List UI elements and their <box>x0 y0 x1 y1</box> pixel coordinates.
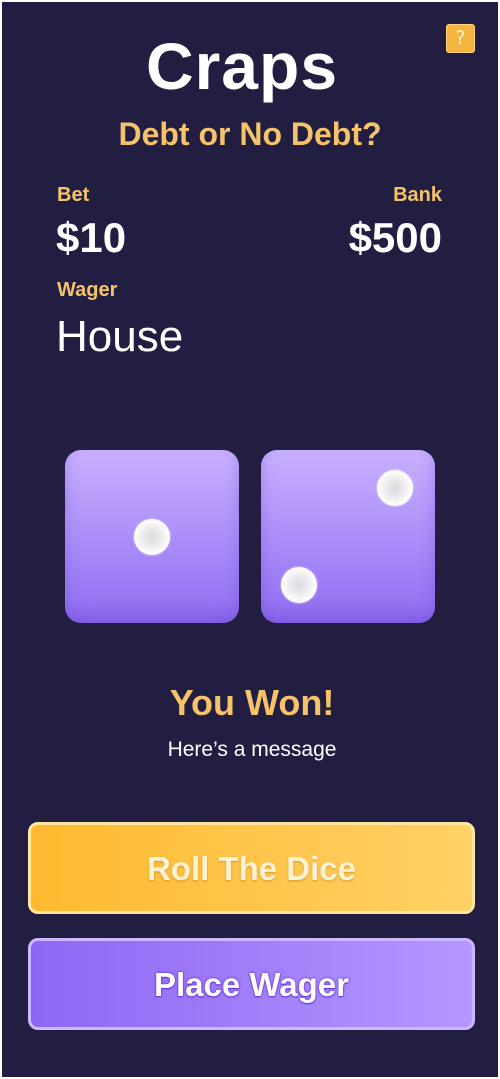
roll-dice-button[interactable]: Roll The Dice <box>28 822 475 914</box>
die-pip <box>281 566 318 603</box>
wager-value: House <box>56 312 184 361</box>
die-pip <box>134 518 170 555</box>
page-title: Craps <box>145 29 339 103</box>
page-subtitle: Debt or No Debt? <box>118 116 382 152</box>
bet-label: Bet <box>57 184 90 206</box>
die-left[interactable] <box>65 450 239 623</box>
wager-label: Wager <box>57 279 118 301</box>
result-title: You Won! <box>169 682 335 723</box>
place-wager-button[interactable]: Place Wager <box>28 938 475 1030</box>
craps-app: ? Craps Debt or No Debt? Bet $10 Bank $5… <box>2 2 498 1077</box>
result-message: Here’s a message <box>167 738 337 761</box>
bank-label: Bank <box>393 184 442 206</box>
bank-value: $500 <box>348 214 442 261</box>
die-right[interactable] <box>261 450 435 623</box>
die-pip <box>376 470 413 507</box>
bet-value: $10 <box>56 214 127 261</box>
